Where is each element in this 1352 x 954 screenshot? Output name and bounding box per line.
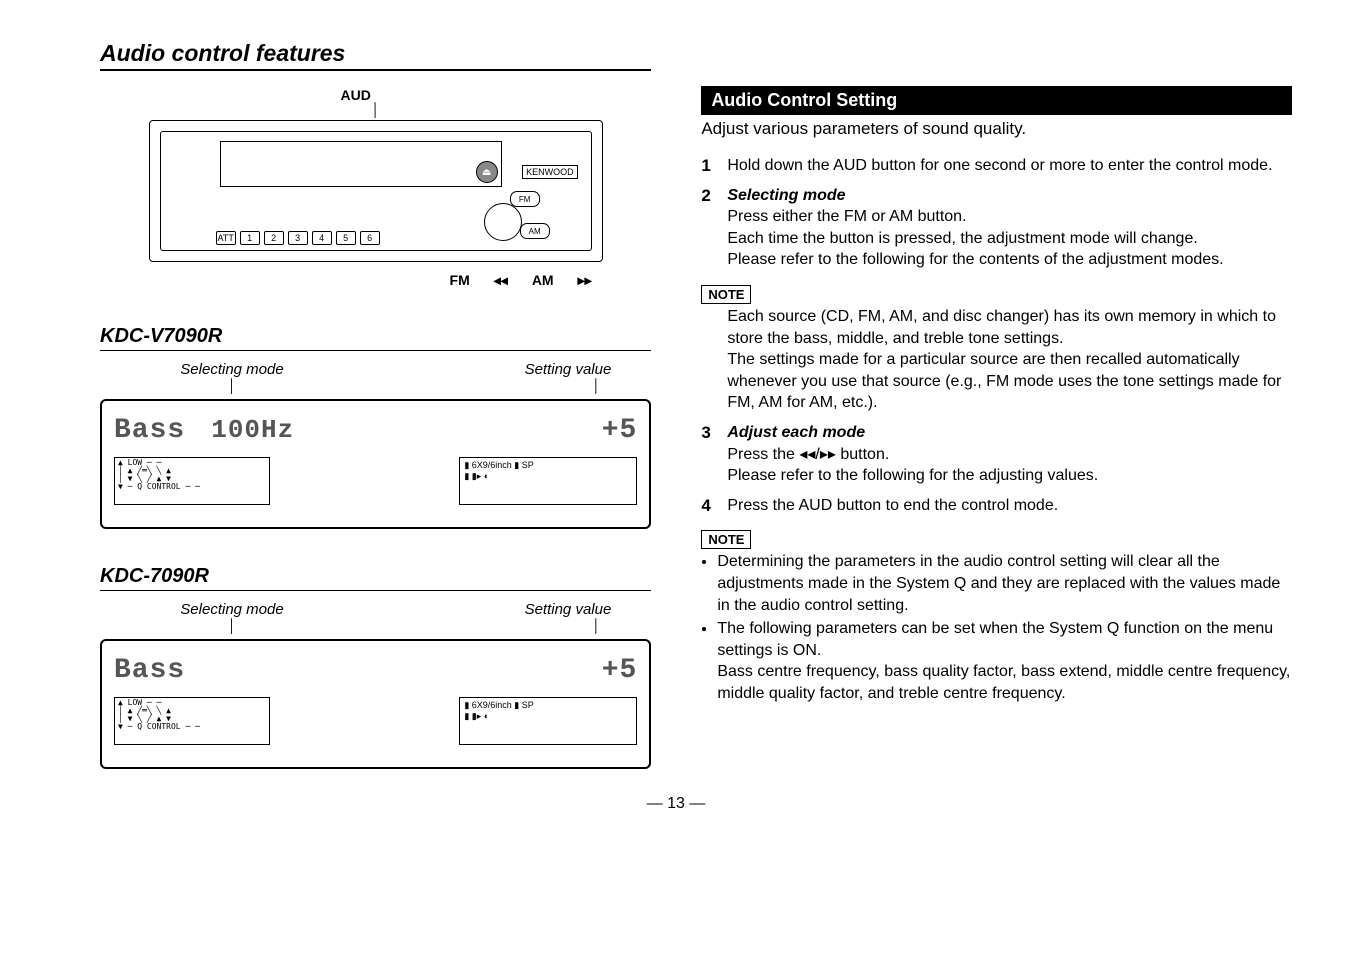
step-3-title: Adjust each mode bbox=[727, 424, 865, 441]
step-3: Adjust each mode Press the ◂◂/▸▸ button.… bbox=[701, 422, 1292, 487]
page-number: — 13 — bbox=[0, 779, 1352, 813]
step-1: Hold down the AUD button for one second … bbox=[701, 155, 1292, 177]
stereo-diagram: AUD │ ⏏ KENWOOD ATT123456 FM AM FM ◂◂ AM… bbox=[146, 87, 606, 289]
note-tag-2: NOTE bbox=[701, 530, 751, 549]
step-2-title: Selecting mode bbox=[727, 187, 845, 204]
lcd-a-val: +5 bbox=[602, 415, 638, 446]
note-tag-1: NOTE bbox=[701, 285, 751, 304]
model-b-title: KDC-7090R bbox=[100, 565, 651, 591]
banner: Audio Control Setting bbox=[701, 86, 1292, 115]
fm-label: FM bbox=[450, 272, 470, 289]
annot-selecting-a: Selecting mode bbox=[122, 361, 342, 378]
step-4: Press the AUD button to end the control … bbox=[701, 495, 1292, 517]
section-title: Audio control features bbox=[100, 40, 651, 71]
bullet-2: The following parameters can be set when… bbox=[717, 618, 1292, 704]
step-2: Selecting mode Press either the FM or AM… bbox=[701, 185, 1292, 271]
prev-next-icon: ◂◂/▸▸ bbox=[799, 446, 836, 463]
fm-pill: FM bbox=[510, 191, 540, 207]
eq-right-a: ▮ 6X9/6inch ▮ SP ▮ ▮▸ ◐ bbox=[459, 457, 637, 505]
eq-right-b: ▮ 6X9/6inch ▮ SP ▮ ▮▸ ◐ bbox=[459, 697, 637, 745]
subhead: Adjust various parameters of sound quali… bbox=[701, 119, 1292, 139]
eq-left-a: ▲ LOW ─ ─ │ ▲ ╱═╲ ╲ ▲ │ ▼ ╲ ╱ ▲ ▼ ▼ ─ Q … bbox=[114, 457, 270, 505]
brand-label: KENWOOD bbox=[522, 165, 578, 179]
stereo-outline: ⏏ KENWOOD ATT123456 FM AM bbox=[149, 120, 603, 262]
lcd-a-main: Bass bbox=[114, 415, 185, 446]
am-label: AM bbox=[532, 272, 554, 289]
note-1: Each source (CD, FM, AM, and disc change… bbox=[701, 306, 1292, 414]
lcd-a: Bass 100Hz +5 ▲ LOW ─ ─ │ ▲ ╱═╲ ╲ ▲ │ ▼ … bbox=[100, 399, 651, 529]
button-row: ATT123456 bbox=[216, 231, 380, 245]
dial-icon bbox=[484, 203, 522, 241]
prev-icon: ◂◂ bbox=[494, 272, 508, 289]
eject-icon: ⏏ bbox=[476, 161, 498, 183]
lcd-b: Bass +5 ▲ LOW ─ ─ │ ▲ ╱═╲ ╲ ▲ │ ▼ ╲ ╱ ▲ … bbox=[100, 639, 651, 769]
aud-label: AUD bbox=[146, 87, 566, 103]
annot-selecting-b: Selecting mode bbox=[122, 601, 342, 618]
lcd-b-val: +5 bbox=[602, 655, 638, 686]
eq-left-b: ▲ LOW ─ ─ │ ▲ ╱═╲ ╲ ▲ │ ▼ ╲ ╱ ▲ ▼ ▼ ─ Q … bbox=[114, 697, 270, 745]
lcd-a-mid: 100Hz bbox=[211, 415, 294, 445]
annot-setting-b: Setting value bbox=[342, 601, 629, 618]
note-2-list: Determining the parameters in the audio … bbox=[701, 551, 1292, 704]
next-icon: ▸▸ bbox=[578, 272, 592, 289]
annot-setting-a: Setting value bbox=[342, 361, 629, 378]
model-a-title: KDC-V7090R bbox=[100, 325, 651, 351]
am-pill: AM bbox=[520, 223, 550, 239]
lcd-b-main: Bass bbox=[114, 655, 185, 686]
bullet-1: Determining the parameters in the audio … bbox=[717, 551, 1292, 616]
